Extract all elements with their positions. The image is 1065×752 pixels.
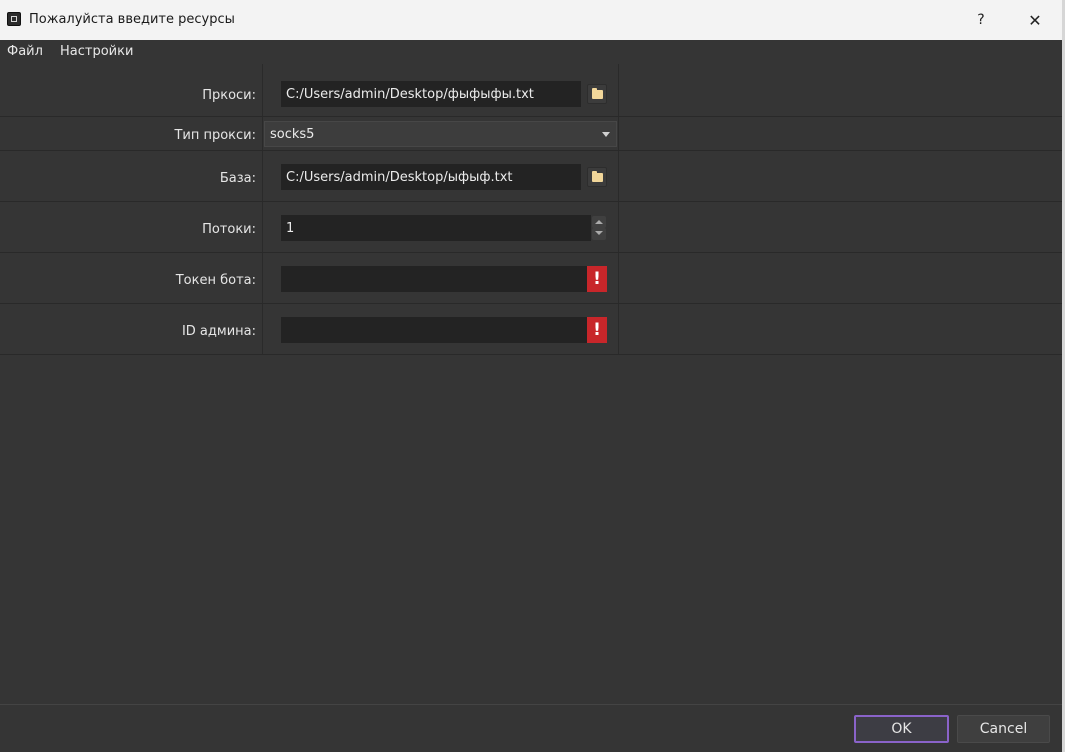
threads-spinner	[592, 215, 606, 241]
warning-icon: !	[587, 317, 607, 343]
proxy-type-label: Тип прокси:	[174, 128, 256, 143]
folder-icon	[592, 171, 603, 182]
folder-icon	[592, 88, 603, 99]
bot-token-input[interactable]	[281, 266, 587, 292]
row-bot-token: Токен бота: !	[0, 253, 1062, 304]
warning-icon: !	[587, 266, 607, 292]
help-button[interactable]: ?	[958, 0, 1004, 40]
title-bar: Пожалуйста введите ресурсы ? ✕	[0, 0, 1062, 41]
dialog-footer: OK Cancel	[0, 705, 1062, 752]
ok-button[interactable]: OK	[854, 715, 949, 743]
spin-down-icon[interactable]	[592, 228, 606, 240]
admin-id-input[interactable]	[281, 317, 587, 343]
proxy-path-input[interactable]: C:/Users/admin/Desktop/фыфыфы.txt	[281, 81, 581, 107]
base-browse-button[interactable]	[587, 167, 607, 187]
admin-id-label: ID админа:	[181, 324, 256, 339]
row-base: База: C:/Users/admin/Desktop/ыфыф.txt	[0, 151, 1062, 202]
proxy-type-select[interactable]: socks5	[264, 121, 617, 147]
resource-form: Пркоси: C:/Users/admin/Desktop/фыфыфы.tx…	[0, 64, 1062, 355]
threads-label: Потоки:	[202, 222, 256, 237]
proxy-type-value: socks5	[270, 126, 315, 142]
row-proxy: Пркоси: C:/Users/admin/Desktop/фыфыфы.tx…	[0, 64, 1062, 117]
base-path-input[interactable]: C:/Users/admin/Desktop/ыфыф.txt	[281, 164, 581, 190]
menu-settings[interactable]: Настройки	[60, 44, 133, 59]
threads-input[interactable]: 1	[281, 215, 591, 241]
spin-up-icon[interactable]	[592, 216, 606, 228]
menu-bar: Файл Настройки	[0, 40, 1062, 64]
row-admin-id: ID админа: !	[0, 304, 1062, 355]
cancel-button[interactable]: Cancel	[957, 715, 1050, 743]
row-proxy-type: Тип прокси: socks5	[0, 117, 1062, 151]
row-threads: Потоки: 1	[0, 202, 1062, 253]
bot-token-label: Токен бота:	[175, 273, 256, 288]
close-button[interactable]: ✕	[1012, 0, 1058, 40]
dialog-window: Пожалуйста введите ресурсы ? ✕ Файл Наст…	[0, 0, 1062, 752]
window-title: Пожалуйста введите ресурсы	[29, 12, 235, 27]
app-icon	[7, 12, 21, 26]
base-label: База:	[219, 171, 256, 186]
proxy-label: Пркоси:	[202, 88, 256, 103]
menu-file[interactable]: Файл	[7, 44, 43, 59]
proxy-browse-button[interactable]	[587, 84, 607, 104]
dropdown-arrow-icon	[602, 132, 610, 137]
